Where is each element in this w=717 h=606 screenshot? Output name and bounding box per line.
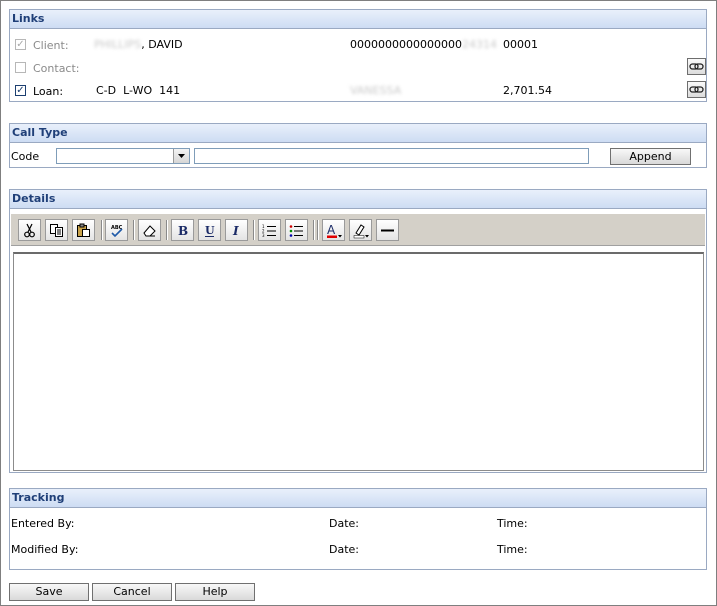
italic-button[interactable]: I [225, 219, 248, 241]
toolbar-separator [317, 220, 319, 240]
bold-icon: B [178, 224, 188, 238]
contact-checkbox[interactable] [15, 62, 26, 73]
chain-link-icon [689, 86, 704, 93]
loan-amount: 2,701.54 [503, 84, 552, 97]
cut-button[interactable] [18, 219, 41, 241]
loan-type: C-D L-WO 141 [96, 84, 181, 97]
loan-link-button[interactable] [687, 81, 706, 98]
toolbar-separator [253, 220, 255, 240]
spellcheck-button[interactable]: ABC [105, 219, 128, 241]
cut-icon [24, 223, 35, 238]
bold-button[interactable]: B [171, 219, 194, 241]
client-account: 000000000000000024314 [350, 38, 497, 51]
toolbar-separator [101, 220, 103, 240]
eraser-button[interactable] [138, 219, 161, 241]
numbered-list-icon: 123 [262, 224, 276, 238]
details-header: Details [10, 190, 706, 209]
paste-icon [77, 223, 90, 237]
paste-button[interactable] [72, 219, 95, 241]
underline-icon: U [205, 224, 215, 237]
font-color-button[interactable]: A [322, 219, 345, 241]
copy-button[interactable] [45, 219, 68, 241]
client-account-blurred: 24314 [461, 38, 497, 51]
toolbar-separator [133, 220, 135, 240]
svg-text:A: A [327, 223, 336, 237]
modified-by-label: Modified By: [11, 543, 79, 556]
contact-label: Contact: [33, 62, 80, 75]
svg-text:B: B [178, 224, 188, 238]
chevron-down-icon[interactable] [173, 149, 189, 163]
details-editor[interactable] [13, 252, 704, 471]
entered-date-label: Date: [329, 517, 359, 530]
tracking-header: Tracking [10, 489, 706, 508]
loan-checkbox[interactable]: ✓ [15, 85, 26, 96]
contact-link-button[interactable] [687, 58, 706, 75]
client-label: Client: [33, 39, 69, 52]
copy-icon [50, 224, 63, 237]
links-header: Links [10, 10, 706, 29]
spellcheck-icon: ABC [111, 225, 123, 238]
toolbar-separator [166, 220, 168, 240]
tracking-section: Tracking Entered By: Date: Time: Modifie… [9, 488, 707, 570]
client-code: 00001 [503, 38, 538, 51]
highlight-button[interactable] [349, 219, 372, 241]
horizontal-rule-icon [381, 229, 394, 232]
client-checkbox[interactable]: ✓ [15, 39, 26, 50]
eraser-icon [143, 225, 156, 237]
entered-by-label: Entered By: [11, 517, 75, 530]
bullet-list-icon [289, 225, 303, 237]
italic-icon: I [232, 224, 239, 238]
client-first-name: , DAVID [141, 38, 183, 51]
append-button[interactable]: Append [610, 148, 691, 165]
modified-time-label: Time: [497, 543, 528, 556]
call-type-text-input[interactable] [194, 148, 589, 164]
help-button[interactable]: Help [175, 583, 255, 601]
underline-button[interactable]: U [198, 219, 221, 241]
links-section: Links ✓ Client: PHILLIPS, DAVID 00000000… [9, 9, 707, 102]
loan-officer-blurred: VANESSA [350, 84, 402, 97]
svg-text:3: 3 [262, 233, 265, 238]
svg-text:U: U [205, 224, 215, 237]
call-type-section: Call Type Code Append [9, 123, 707, 168]
font-color-icon: A [327, 223, 342, 238]
client-account-number: 0000000000000000 [350, 38, 462, 51]
entered-time-label: Time: [497, 517, 528, 530]
details-section: Details ABC B U I 1 2 3 A [9, 189, 707, 473]
save-button[interactable]: Save [9, 583, 89, 601]
client-name: PHILLIPS, DAVID [94, 38, 183, 51]
call-type-header: Call Type [10, 124, 706, 143]
code-select[interactable] [56, 148, 190, 164]
highlight-icon [353, 224, 369, 239]
bullet-list-button[interactable] [285, 219, 308, 241]
code-label: Code [11, 150, 40, 163]
horizontal-rule-button[interactable] [376, 219, 399, 241]
cancel-button[interactable]: Cancel [92, 583, 172, 601]
chain-link-icon [689, 63, 704, 70]
loan-label: Loan: [33, 85, 64, 98]
call-log-form: Links ✓ Client: PHILLIPS, DAVID 00000000… [0, 0, 717, 606]
client-name-blurred: PHILLIPS [94, 38, 142, 51]
svg-text:I: I [232, 224, 239, 238]
numbered-list-button[interactable]: 123 [258, 219, 281, 241]
modified-date-label: Date: [329, 543, 359, 556]
toolbar-separator [313, 220, 315, 240]
editor-toolbar: ABC B U I 123 A [11, 214, 705, 246]
